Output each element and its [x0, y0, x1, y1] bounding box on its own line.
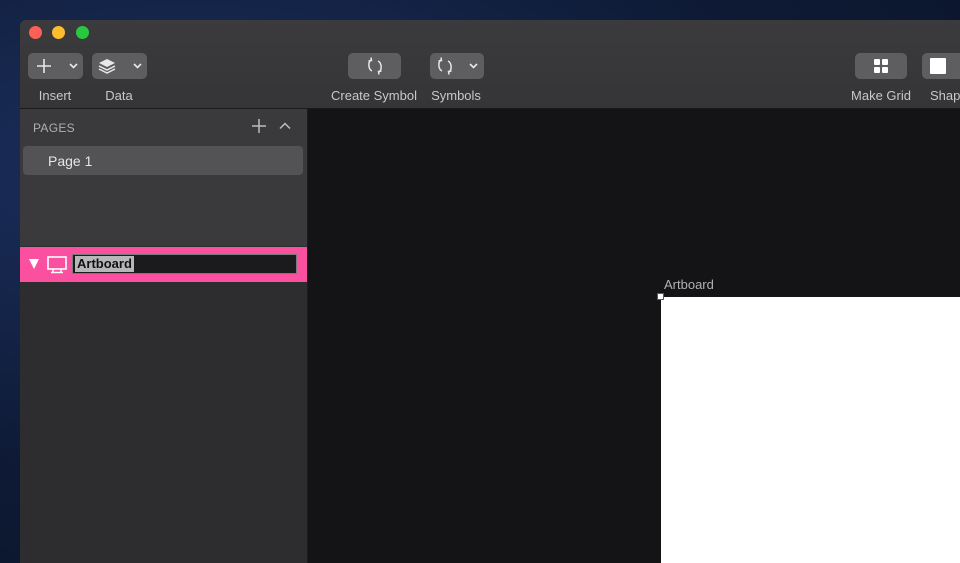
make-grid-label: Make Grid	[851, 88, 911, 103]
collapse-pages-icon[interactable]	[278, 119, 292, 133]
data-button[interactable]	[92, 53, 147, 79]
page-item[interactable]: Page 1	[23, 146, 303, 175]
shape-label: Shap	[930, 88, 960, 103]
create-symbol-button[interactable]	[348, 53, 401, 79]
chevron-down-icon	[132, 63, 142, 69]
symbol-sync-icon	[438, 57, 478, 75]
make-grid-button[interactable]	[855, 53, 907, 79]
page-item-label: Page 1	[48, 153, 93, 169]
symbols-button[interactable]	[430, 53, 484, 79]
pages-panel: PAGES Page 1	[20, 109, 307, 246]
artboard-title[interactable]: Artboard	[664, 277, 714, 292]
toolbar: Insert Data Create Symbol Symbols Make G…	[20, 20, 960, 109]
symbol-sync-icon	[367, 57, 382, 75]
minimize-window-button[interactable]	[52, 26, 65, 39]
add-page-icon[interactable]	[251, 118, 267, 134]
artboard-resize-handle[interactable]	[657, 293, 664, 300]
chevron-down-icon	[68, 63, 78, 69]
app-window: Insert Data Create Symbol Symbols Make G…	[20, 20, 960, 563]
pages-header: PAGES	[33, 121, 75, 135]
symbols-label: Symbols	[431, 88, 481, 103]
layers-sidebar: PAGES Page 1 Artboard	[20, 109, 308, 563]
shape-button[interactable]	[922, 53, 960, 79]
canvas[interactable]: Artboard	[308, 109, 960, 563]
data-label: Data	[105, 88, 133, 103]
create-symbol-label: Create Symbol	[331, 88, 417, 103]
artboard-icon	[47, 256, 67, 274]
disclosure-triangle-icon[interactable]	[29, 259, 39, 269]
insert-button[interactable]	[28, 53, 83, 79]
square-icon	[930, 58, 946, 74]
layers-stack-icon	[98, 59, 142, 74]
zoom-window-button[interactable]	[76, 26, 89, 39]
layer-name-selected-text: Artboard	[75, 256, 134, 272]
layer-item-artboard[interactable]: Artboard	[20, 247, 307, 282]
chevron-down-icon	[469, 63, 478, 69]
plus-icon	[36, 59, 78, 73]
grid-icon	[874, 59, 888, 73]
close-window-button[interactable]	[29, 26, 42, 39]
artboard[interactable]	[661, 297, 960, 563]
insert-label: Insert	[38, 88, 72, 103]
layer-name-input[interactable]: Artboard	[72, 254, 297, 274]
